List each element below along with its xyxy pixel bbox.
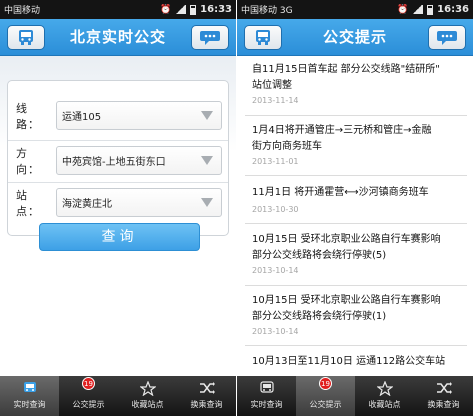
phone-screen-bus-tips: 中国移动 3G ⏰ 16:36 公交提示 自11月15日首车起 部分公交线路"结… [237, 0, 473, 416]
signal-icon [412, 5, 424, 14]
tab-realtime-query[interactable]: 实时查询 [0, 376, 59, 416]
direction-value: 中苑宾馆-上地五街东口 [62, 157, 166, 168]
message-button[interactable] [428, 25, 466, 50]
tab-bus-tips[interactable]: 19 公交提示 [59, 376, 118, 416]
phone-screen-realtime-query: 中国移动 ⏰ 16:33 北京实时公交 线 路： 运通105 方 向： 中苑宾馆… [0, 0, 236, 416]
stop-label: 站 点： [16, 188, 40, 218]
tab-realtime-query[interactable]: 实时查询 [237, 376, 296, 416]
query-form-area: 线 路： 运通105 方 向： 中苑宾馆-上地五街东口 站 点： 海淀黄庄北 查… [0, 56, 236, 376]
chat-bubble-icon [437, 31, 457, 45]
tip-title-line1: 10月13日至11月10日 运通112路公交车站 [252, 356, 446, 367]
divider [245, 115, 467, 116]
carrier-name: 中国移动 3G [241, 6, 293, 16]
app-header: 北京实时公交 [0, 19, 236, 56]
tab-favorite-stops[interactable]: 收藏站点 [355, 376, 414, 416]
carrier-name: 中国移动 [4, 6, 41, 16]
line-select[interactable]: 运通105 [56, 101, 222, 130]
direction-row: 方 向： 中苑宾馆-上地五街东口 [8, 143, 228, 178]
direction-select[interactable]: 中苑宾馆-上地五街东口 [56, 146, 222, 175]
tab-label: 换乘查询 [190, 400, 223, 409]
notification-badge: 19 [82, 377, 95, 390]
notification-badge: 19 [319, 377, 332, 390]
status-time: 16:36 [437, 4, 469, 15]
divider [245, 223, 467, 224]
tip-date: 2013-11-14 [252, 96, 299, 105]
signal-icon [175, 5, 187, 14]
tab-transfer-query[interactable]: 换乘查询 [177, 376, 236, 416]
stop-select[interactable]: 海淀黄庄北 [56, 188, 222, 217]
list-item[interactable]: 10月13日至11月10日 运通112路公交车站 [237, 354, 473, 370]
stop-row: 站 点： 海淀黄庄北 [8, 185, 228, 220]
dropdown-arrow-icon [201, 111, 213, 120]
dropdown-arrow-icon [201, 198, 213, 207]
shuffle-icon [435, 380, 453, 396]
list-item[interactable]: 10月15日 受环北京职业公路自行车赛影响 部分公交线路将会绕行停驶(1) 20… [237, 293, 473, 338]
tip-title-line1: 10月15日 受环北京职业公路自行车赛影响 [252, 234, 441, 245]
tips-list: 自11月15日首车起 部分公交线路"结研所" 站位调整 2013-11-14 1… [237, 56, 473, 376]
shuffle-icon [198, 380, 216, 396]
list-item[interactable]: 1月4日将开通管庄→三元桥和管庄→金融 街方向商务班车 2013-11-01 [237, 123, 473, 168]
app-header: 公交提示 [237, 19, 473, 56]
tab-label: 收藏站点 [368, 400, 401, 409]
tip-title-line2: 部分公交线路将会绕行停驶(1) [252, 311, 387, 322]
tab-favorite-stops[interactable]: 收藏站点 [118, 376, 177, 416]
list-item[interactable]: 自11月15日首车起 部分公交线路"结研所" 站位调整 2013-11-14 [237, 62, 473, 107]
tip-title-line1: 10月15日 受环北京职业公路自行车赛影响 [252, 295, 441, 306]
tab-transfer-query[interactable]: 换乘查询 [414, 376, 473, 416]
divider [245, 175, 467, 176]
bottom-tab-bar: 实时查询 19 公交提示 收藏站点 换乘查询 [237, 376, 473, 416]
tab-label: 实时查询 [250, 400, 283, 409]
divider [8, 140, 228, 141]
alarm-icon: ⏰ [396, 4, 409, 15]
tip-date: 2013-10-30 [252, 205, 299, 214]
tip-title-line1: 11月1日 将开通霍营⟷沙河镇商务班车 [252, 187, 429, 198]
star-icon [139, 380, 157, 396]
list-item[interactable]: 11月1日 将开通霍营⟷沙河镇商务班车 2013-10-30 [237, 185, 473, 216]
tip-title-line2: 部分公交线路将会绕行停驶(5) [252, 250, 387, 261]
divider [245, 345, 467, 346]
tab-label: 实时查询 [13, 400, 46, 409]
battery-icon [427, 4, 434, 15]
line-row: 线 路： 运通105 [8, 98, 228, 133]
direction-label: 方 向： [16, 146, 40, 176]
tab-bus-tips[interactable]: 19 公交提示 [296, 376, 355, 416]
dropdown-arrow-icon [201, 156, 213, 165]
battery-icon [190, 4, 197, 15]
tab-label: 收藏站点 [131, 400, 164, 409]
list-item[interactable]: 10月15日 受环北京职业公路自行车赛影响 部分公交线路将会绕行停驶(5) 20… [237, 232, 473, 277]
divider [8, 182, 228, 183]
status-bar: 中国移动 3G ⏰ 16:36 [237, 0, 473, 19]
tab-label: 换乘查询 [427, 400, 460, 409]
line-label: 线 路： [16, 101, 40, 131]
message-button[interactable] [191, 25, 229, 50]
tip-title-line2: 街方向商务班车 [252, 141, 322, 152]
tab-label: 公交提示 [72, 400, 105, 409]
tab-label: 公交提示 [309, 400, 342, 409]
query-button[interactable]: 查询 [39, 223, 200, 251]
tip-title-line2: 站位调整 [252, 80, 292, 91]
divider [245, 285, 467, 286]
tip-date: 2013-11-01 [252, 157, 299, 166]
query-form: 线 路： 运通105 方 向： 中苑宾馆-上地五街东口 站 点： 海淀黄庄北 [7, 80, 229, 236]
star-icon [376, 380, 394, 396]
stop-value: 海淀黄庄北 [62, 199, 112, 210]
bottom-tab-bar: 实时查询 19 公交提示 收藏站点 换乘查询 [0, 376, 236, 416]
tip-date: 2013-10-14 [252, 327, 299, 336]
tip-date: 2013-10-14 [252, 266, 299, 275]
bus-icon [258, 380, 276, 396]
alarm-icon: ⏰ [159, 4, 172, 15]
line-value: 运通105 [62, 112, 102, 123]
status-bar: 中国移动 ⏰ 16:33 [0, 0, 236, 19]
bus-icon [21, 380, 39, 396]
chat-bubble-icon [200, 31, 220, 45]
tip-title-line1: 自11月15日首车起 部分公交线路"结研所" [252, 64, 440, 75]
tip-title-line1: 1月4日将开通管庄→三元桥和管庄→金融 [252, 125, 432, 136]
status-time: 16:33 [200, 4, 232, 15]
